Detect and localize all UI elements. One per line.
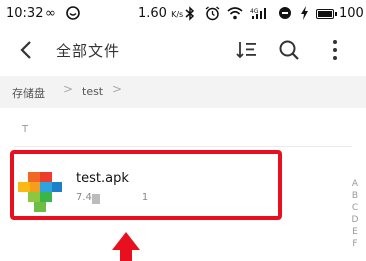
breadcrumb-separator: >	[63, 82, 74, 96]
redacted-text	[92, 194, 100, 204]
svg-text:4G: 4G	[250, 8, 259, 15]
app-header: 全部文件	[0, 30, 366, 72]
more-vertical-icon[interactable]	[322, 37, 348, 63]
signal-4g-icon: 4G	[250, 6, 270, 25]
section-letter: T	[22, 124, 29, 135]
back-arrow-icon[interactable]	[16, 38, 38, 62]
battery-icon	[316, 9, 337, 19]
charging-icon	[300, 6, 309, 25]
bluetooth-icon	[185, 6, 195, 26]
status-time: 10:32	[6, 6, 44, 21]
index-letter[interactable]: A	[348, 178, 362, 190]
index-letter[interactable]: D	[348, 214, 362, 226]
breadcrumb-separator: >	[112, 82, 123, 96]
file-meta: 7.4 1	[76, 192, 149, 203]
divider	[14, 146, 352, 147]
alphabet-index-bar[interactable]: A B C D E F	[348, 178, 362, 250]
infinity-icon: ∞	[45, 6, 56, 21]
index-letter[interactable]: E	[348, 226, 362, 238]
index-letter[interactable]: C	[348, 202, 362, 214]
sort-icon[interactable]	[234, 37, 260, 63]
file-name: test.apk	[76, 171, 129, 186]
network-speed: 1.60 K/s	[138, 6, 184, 21]
wifi-icon	[227, 6, 243, 25]
no-disturb-icon	[278, 6, 292, 25]
app-notification-icon	[66, 6, 80, 25]
breadcrumb: 存储盘 > test >	[0, 76, 366, 108]
alarm-icon	[205, 6, 220, 26]
breadcrumb-item-test[interactable]: test	[82, 85, 103, 98]
status-bar: 10:32 ∞ 1.60 K/s 4G 100	[0, 0, 366, 30]
index-letter[interactable]: F	[348, 238, 362, 250]
list-item[interactable]: test.apk 7.4 1	[10, 150, 282, 220]
battery-level: 100	[339, 6, 364, 21]
apk-file-icon	[18, 172, 62, 212]
page-title: 全部文件	[56, 42, 121, 60]
search-icon[interactable]	[276, 37, 302, 63]
breadcrumb-item-storage[interactable]: 存储盘	[12, 85, 45, 101]
red-arrow-annotation	[112, 232, 140, 261]
index-letter[interactable]: B	[348, 190, 362, 202]
